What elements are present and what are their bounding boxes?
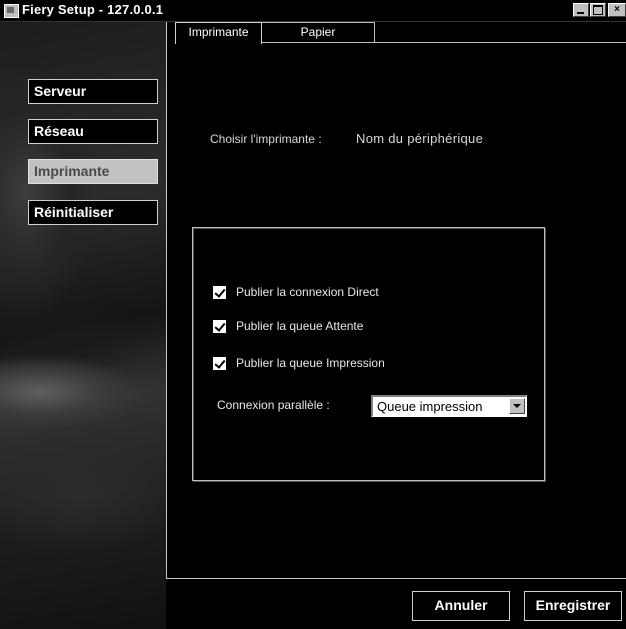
- sidebar-item-reinitialiser[interactable]: Réinitialiser: [28, 200, 158, 225]
- cancel-button[interactable]: Annuler: [412, 591, 510, 621]
- checkbox-impression[interactable]: [213, 357, 226, 370]
- printer-value: Nom du périphérique: [356, 131, 484, 146]
- minimize-button[interactable]: [573, 3, 589, 17]
- sidebar-item-imprimante[interactable]: Imprimante: [28, 159, 158, 184]
- title-bar: Fiery Setup - 127.0.0.1 ×: [0, 0, 626, 22]
- sidebar: Serveur Réseau Imprimante Réinitialiser: [0, 22, 166, 629]
- maximize-button[interactable]: [590, 3, 606, 17]
- save-button[interactable]: Enregistrer: [524, 591, 622, 621]
- parallel-connection-select[interactable]: Queue impression: [371, 395, 527, 417]
- checkbox-attente[interactable]: [213, 320, 226, 333]
- checkbox-direct-label: Publier la connexion Direct: [236, 285, 379, 299]
- publish-options-group: Publier la connexion Direct Publier la q…: [192, 227, 545, 481]
- checkbox-attente-label: Publier la queue Attente: [236, 319, 364, 333]
- window-title: Fiery Setup - 127.0.0.1: [22, 2, 164, 17]
- tab-papier[interactable]: Papier: [262, 22, 375, 42]
- chevron-down-icon[interactable]: [509, 398, 525, 414]
- tab-imprimante[interactable]: Imprimante: [175, 22, 262, 44]
- sidebar-item-reseau[interactable]: Réseau: [28, 119, 158, 144]
- app-icon: [4, 4, 19, 18]
- close-button[interactable]: ×: [608, 3, 626, 17]
- parallel-connection-label: Connexion parallèle :: [217, 398, 330, 412]
- main-panel: Imprimante Papier Choisir l'imprimante :…: [166, 22, 626, 579]
- tab-divider: [262, 42, 626, 43]
- checkbox-direct[interactable]: [213, 286, 226, 299]
- printer-label: Choisir l'imprimante :: [210, 132, 322, 146]
- parallel-connection-value: Queue impression: [377, 399, 483, 414]
- sidebar-item-serveur[interactable]: Serveur: [28, 79, 158, 104]
- tab-strip: Imprimante Papier: [167, 22, 626, 58]
- checkbox-impression-label: Publier la queue Impression: [236, 356, 385, 370]
